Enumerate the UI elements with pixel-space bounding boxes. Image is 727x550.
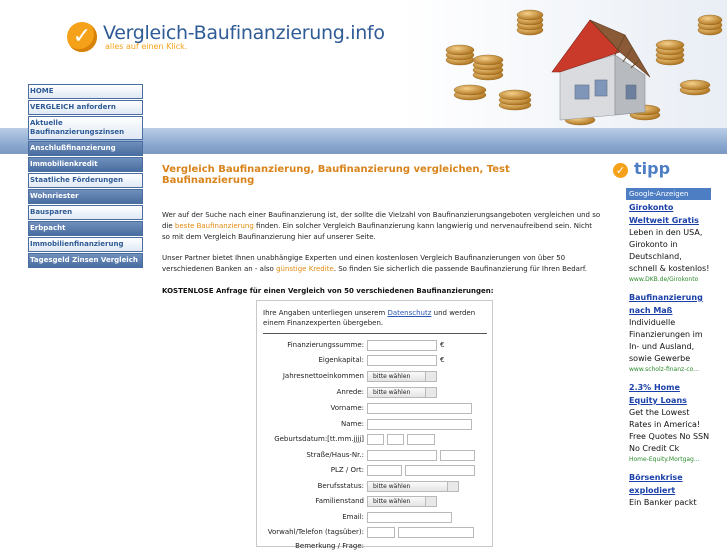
select-value: bitte wählen (373, 389, 411, 396)
ad-title[interactable]: Baufinanzierung nach Maß (629, 291, 711, 317)
menu-item-staatliche-foerderungen[interactable]: Staatliche Förderungen (28, 173, 143, 188)
menu-item-tagesgeld[interactable]: Tagesgeld Zinsen Vergleich (28, 253, 143, 268)
ad-title[interactable]: Börsenkrise explodiert (629, 471, 711, 497)
menu-item-bausparen[interactable]: Bausparen (28, 205, 143, 220)
ad-url[interactable]: www.scholz-finanz-co... (629, 365, 711, 374)
name-input[interactable] (367, 419, 472, 430)
tipp-heading: tipp (634, 159, 671, 178)
label-geburtsdatum: Geburtsdatum:[tt.mm.jjjj] (274, 435, 364, 443)
logo-title[interactable]: Vergleich-Baufinanzierung.info (103, 22, 385, 44)
google-ads-header[interactable]: Google-Anzeigen (626, 188, 711, 200)
form-intro-a: Ihre Angaben unterliegen unserem (263, 309, 388, 317)
select-value: bitte wählen (373, 373, 411, 380)
label-eigenkapital: Eigenkapital: (318, 356, 365, 364)
label-name: Name: (340, 420, 364, 428)
vorname-input[interactable] (367, 403, 472, 414)
chevron-down-icon (425, 388, 436, 397)
logo-check-icon: ✓ (67, 22, 97, 52)
menu-item-wohnriester[interactable]: Wohnriester (28, 189, 143, 204)
anrede-select[interactable]: bitte wählen (367, 387, 437, 398)
menu-item-immobilienfinanzierung[interactable]: Immobilienfinanzierung (28, 237, 143, 252)
jahresnettoeinkommen-select[interactable]: bitte wählen (367, 371, 437, 382)
google-ads: Girokonto Weltweit Gratis Leben in den U… (626, 201, 711, 516)
label-telefon: Vorwahl/Telefon (tagsüber): (267, 528, 364, 536)
euro-sign-1: € (440, 341, 445, 349)
berufsstatus-select[interactable]: bitte wählen (367, 481, 459, 492)
geburtsdatum-jahr-input[interactable] (407, 434, 435, 445)
chevron-down-icon (425, 497, 436, 506)
email-input[interactable] (367, 512, 452, 523)
chevron-down-icon (447, 482, 458, 491)
ad-title[interactable]: 2.3% Home Equity Loans (629, 381, 711, 407)
sidebar-menu: HOME VERGLEICH anfordern Aktuelle Baufin… (28, 84, 145, 269)
label-email: Email: (342, 513, 364, 521)
ad-title[interactable]: Girokonto Weltweit Gratis (629, 201, 711, 227)
form-heading: KOSTENLOSE Anfrage für einen Vergleich v… (162, 287, 494, 295)
ad-item[interactable]: 2.3% Home Equity Loans Get the Lowest Ra… (626, 381, 711, 464)
finanzierungssumme-input[interactable] (367, 340, 437, 351)
intro-paragraph: Wer auf der Suche nach einer Baufinanzie… (162, 210, 602, 243)
vorwahl-input[interactable] (367, 527, 395, 538)
ort-input[interactable] (405, 465, 475, 476)
label-vorname: Vorname: (330, 404, 365, 412)
main-content: Vergleich Baufinanzierung, Baufinanzieru… (162, 160, 602, 295)
menu-item-immobilienkredit[interactable]: Immobilienkredit (28, 157, 143, 172)
label-anrede: Anrede: (336, 388, 364, 396)
euro-sign-2: € (440, 356, 445, 364)
hausnummer-input[interactable] (440, 450, 475, 461)
partner-paragraph: Unser Partner bietet Ihnen unabhängige E… (162, 253, 602, 275)
menu-item-home[interactable]: HOME (28, 84, 143, 99)
form-intro: Ihre Angaben unterliegen unserem Datensc… (263, 308, 485, 328)
menu-item-aktuelle-zinsen[interactable]: Aktuelle Baufinanzierungszinsen (28, 116, 143, 140)
plz-input[interactable] (367, 465, 402, 476)
ad-body: Individuelle Finanzierungen im In- und A… (629, 318, 703, 363)
tipp-check-icon: ✓ (613, 163, 628, 178)
eigenkapital-input[interactable] (367, 355, 437, 366)
familienstand-select[interactable]: bitte wählen (367, 496, 437, 507)
house-coins-image (440, 0, 727, 128)
select-value: bitte wählen (373, 483, 411, 490)
menu-item-anschlussfinanzierung[interactable]: Anschlußfinanzierung (28, 141, 143, 156)
request-form: Ihre Angaben unterliegen unserem Datensc… (256, 300, 493, 550)
label-strasse: Straße/Haus-Nr.: (306, 451, 364, 459)
logo-tagline: alles auf einen Klick. (105, 42, 188, 51)
ad-url[interactable]: Home-Equity.Mortgag... (629, 455, 711, 464)
label-jahresnettoeinkommen: Jahresnettoeinkommen (282, 372, 364, 380)
datenschutz-link[interactable]: Datenschutz (387, 309, 431, 317)
ad-item[interactable]: Baufinanzierung nach Maß Individuelle Fi… (626, 291, 711, 374)
label-berufsstatus: Berufsstatus: (317, 482, 364, 490)
partner-text-b: . So finden Sie sicherlich die passende … (333, 265, 588, 273)
label-familienstand: Familienstand (315, 497, 364, 505)
label-plz-ort: PLZ / Ort: (330, 466, 364, 474)
ad-item[interactable]: Girokonto Weltweit Gratis Leben in den U… (626, 201, 711, 284)
geburtsdatum-tag-input[interactable] (367, 434, 384, 445)
ad-body: Get the Lowest Rates in America! Free Qu… (629, 408, 710, 453)
ad-body: Ein Banker packt (629, 498, 697, 507)
ad-item[interactable]: Börsenkrise explodiert Ein Banker packt (626, 471, 711, 509)
form-divider (263, 333, 487, 334)
strasse-input[interactable] (367, 450, 437, 461)
guenstige-kredite-link[interactable]: günstige Kredite (276, 265, 334, 273)
chevron-down-icon (425, 372, 436, 381)
geburtsdatum-monat-input[interactable] (387, 434, 404, 445)
ad-body: Leben in den USA, Girokonto in Deutschla… (629, 228, 710, 273)
menu-item-erbpacht[interactable]: Erbpacht (28, 221, 143, 236)
menu-item-vergleich-anfordern[interactable]: VERGLEICH anfordern (28, 100, 143, 115)
select-value: bitte wählen (373, 498, 411, 505)
telefon-input[interactable] (398, 527, 474, 538)
label-finanzierungssumme: Finanzierungssumme: (287, 341, 364, 349)
label-bemerkung: Bemerkung / Frage: (295, 542, 364, 550)
page-title: Vergleich Baufinanzierung, Baufinanzieru… (162, 164, 510, 186)
beste-baufinanzierung-link[interactable]: beste Baufinanzierung (175, 222, 254, 230)
ad-url[interactable]: www.DKB.de/Girokonto (629, 275, 711, 284)
